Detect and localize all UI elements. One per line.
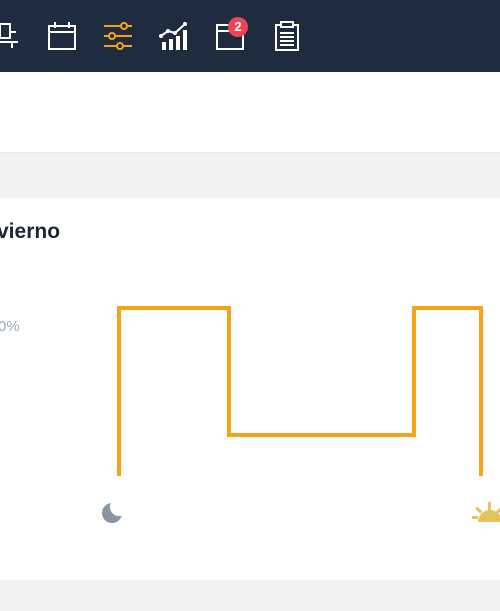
sub-header: [0, 72, 500, 153]
clipboard-icon[interactable]: [270, 20, 302, 52]
calendar-icon[interactable]: [46, 20, 78, 52]
schedule-line: [117, 306, 483, 476]
sunrise-icon: [472, 502, 500, 522]
desk-person-icon[interactable]: [0, 20, 22, 52]
schedule-chart: [102, 306, 500, 523]
chart-trend-icon[interactable]: [158, 20, 190, 52]
schedule-panel: vierno 0%: [0, 198, 500, 580]
moon-icon: [102, 498, 128, 523]
sliders-icon[interactable]: [102, 20, 134, 52]
bottom-strip: [0, 580, 500, 611]
top-navigation-bar: 2: [0, 0, 500, 72]
notification-badge: 2: [228, 17, 248, 37]
